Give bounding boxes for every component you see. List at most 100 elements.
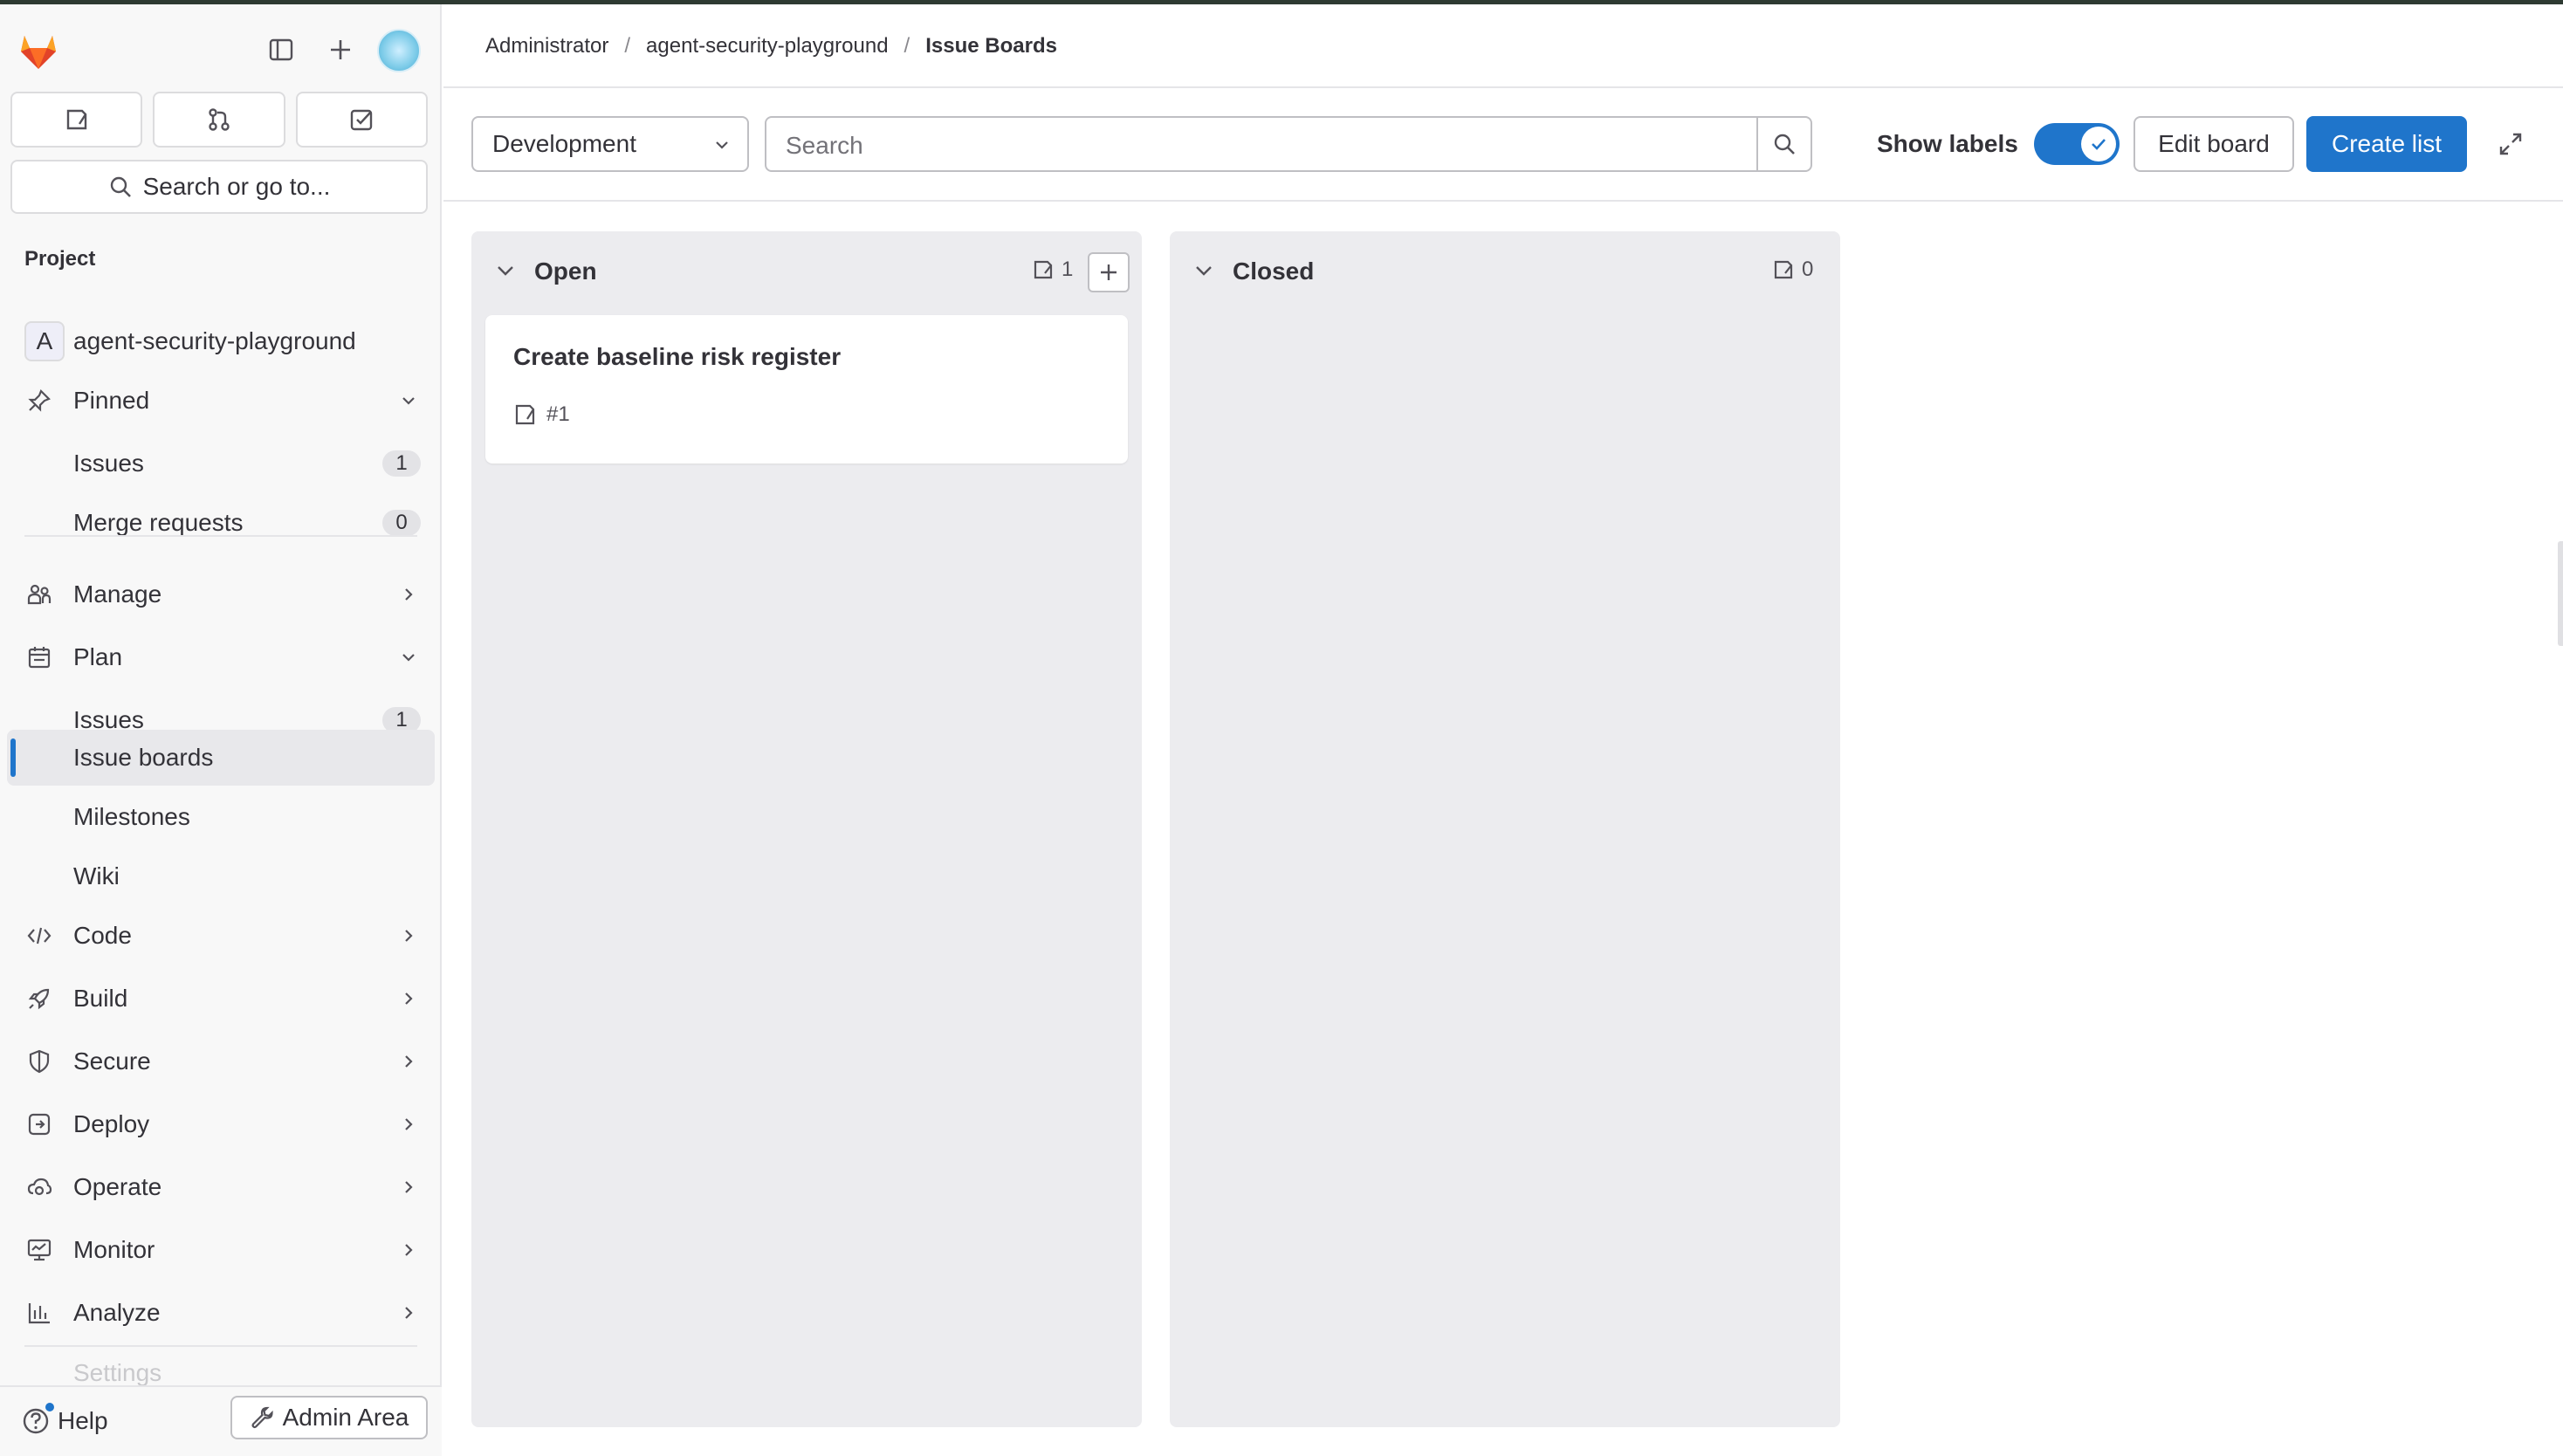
- search-or-go-to-button[interactable]: Search or go to...: [10, 160, 428, 214]
- chevron-right-icon: [398, 988, 419, 1009]
- sidebar-item-label: Merge requests: [73, 509, 244, 536]
- sidebar-item-label: Issue boards: [73, 744, 214, 771]
- sidebar-item-pinned-issues[interactable]: Issues 1: [7, 436, 435, 491]
- monitor-icon: [24, 1235, 54, 1265]
- issue-number: #1: [546, 402, 570, 426]
- notification-dot: [45, 1403, 54, 1411]
- wrench-icon: [251, 1406, 273, 1429]
- issue-card-reference: #1: [513, 402, 570, 427]
- issue-card-title[interactable]: Create baseline risk register: [513, 343, 841, 371]
- sidebar-item-code[interactable]: Code: [7, 908, 435, 964]
- merge-request-icon: [209, 108, 230, 131]
- page-scrollbar[interactable]: [2558, 541, 2563, 646]
- sidebar-top: [0, 4, 442, 88]
- sidebar-item-secure[interactable]: Secure: [7, 1034, 435, 1089]
- count-badge: 1: [382, 450, 421, 477]
- issues-icon: [66, 109, 86, 130]
- fullscreen-button[interactable]: [2493, 127, 2528, 161]
- sidebar-item-issue-boards[interactable]: Issue boards: [7, 730, 435, 786]
- sidebar-divider: [24, 1345, 417, 1347]
- sidebar-item-pinned[interactable]: Pinned: [7, 373, 435, 429]
- board-selector-dropdown[interactable]: Development: [471, 116, 749, 172]
- sidebar-item-label: Issues: [73, 450, 144, 477]
- top-header: Administrator / agent-security-playgroun…: [443, 4, 2563, 88]
- sidebar-item-build[interactable]: Build: [7, 971, 435, 1027]
- cloud-gear-icon: [24, 1172, 54, 1202]
- sidebar-item-milestones[interactable]: Milestones: [7, 789, 435, 845]
- breadcrumb: Administrator / agent-security-playgroun…: [485, 34, 1057, 58]
- list-count-value: 1: [1062, 258, 1074, 281]
- user-avatar[interactable]: [377, 29, 421, 72]
- board-list-open: Open 1 Create baseline risk register #1: [471, 231, 1142, 1427]
- help-button[interactable]: Help: [21, 1403, 108, 1436]
- create-list-button[interactable]: Create list: [2306, 116, 2467, 172]
- search-icon: [1774, 134, 1795, 155]
- sidebar-item-pinned-merge-requests[interactable]: Merge requests 0: [7, 495, 435, 551]
- sidebar-item-operate[interactable]: Operate: [7, 1159, 435, 1215]
- toggle-knob: [2081, 127, 2116, 161]
- chevron-down-icon[interactable]: [492, 258, 519, 284]
- list-issue-count: 1: [1032, 258, 1073, 282]
- quick-actions: [10, 92, 428, 148]
- issues-icon: [515, 404, 535, 425]
- sidebar-item-analyze[interactable]: Analyze: [7, 1285, 435, 1341]
- sidebar-toggle-icon[interactable]: [262, 31, 300, 69]
- board-selector-value: Development: [492, 130, 636, 157]
- sidebar-item-settings-faded[interactable]: Settings: [73, 1359, 161, 1387]
- merge-requests-button[interactable]: [153, 92, 285, 148]
- sidebar-item-deploy[interactable]: Deploy: [7, 1096, 435, 1152]
- sidebar-item-monitor[interactable]: Monitor: [7, 1222, 435, 1278]
- list-issue-count: 0: [1772, 258, 1813, 282]
- users-icon: [24, 580, 54, 609]
- issue-card[interactable]: Create baseline risk register #1: [485, 315, 1128, 464]
- sidebar-item-label: Manage: [73, 580, 162, 608]
- assigned-issues-button[interactable]: [10, 92, 143, 148]
- chevron-right-icon: [398, 584, 419, 605]
- shield-icon: [24, 1047, 54, 1076]
- new-issue-button[interactable]: [1088, 252, 1130, 292]
- edit-board-button[interactable]: Edit board: [2134, 116, 2294, 172]
- search-submit-button[interactable]: [1756, 118, 1811, 170]
- sidebar-item-label: Analyze: [73, 1299, 161, 1326]
- todo-list-button[interactable]: [295, 92, 428, 148]
- list-title: Open: [534, 258, 597, 285]
- search-icon: [110, 176, 131, 197]
- breadcrumb-current[interactable]: Issue Boards: [925, 34, 1057, 58]
- chart-icon: [24, 1298, 54, 1328]
- board-list-closed: Closed 0: [1170, 231, 1840, 1427]
- admin-area-label: Admin Area: [282, 1404, 409, 1431]
- sidebar-item-label: Deploy: [73, 1110, 150, 1137]
- chevron-down-icon[interactable]: [1191, 258, 1217, 284]
- sidebar-section-title: Project: [24, 247, 96, 271]
- todo-icon: [351, 109, 373, 131]
- sidebar-project-link[interactable]: A agent-security-playground: [7, 313, 435, 369]
- breadcrumb-item-project[interactable]: agent-security-playground: [646, 34, 889, 58]
- admin-area-button[interactable]: Admin Area: [230, 1396, 428, 1439]
- sidebar-divider: [24, 535, 417, 537]
- issues-icon: [1034, 260, 1053, 279]
- sidebar-item-label: Build: [73, 985, 128, 1012]
- plus-icon[interactable]: [321, 31, 360, 69]
- sidebar-item-label: Pinned: [73, 387, 150, 414]
- list-count-value: 0: [1802, 258, 1814, 281]
- sidebar-item-label: Code: [73, 922, 132, 949]
- list-title: Closed: [1233, 258, 1315, 285]
- gitlab-logo-icon[interactable]: [14, 25, 63, 74]
- sidebar-item-label: Wiki: [73, 862, 120, 889]
- chevron-right-icon: [398, 1114, 419, 1135]
- sidebar-item-plan[interactable]: Plan: [7, 629, 435, 685]
- show-labels-toggle[interactable]: [2034, 123, 2120, 165]
- breadcrumb-item-administrator[interactable]: Administrator: [485, 34, 608, 58]
- chevron-right-icon: [398, 1302, 419, 1323]
- sidebar-item-manage[interactable]: Manage: [7, 567, 435, 622]
- sidebar-item-wiki[interactable]: Wiki: [7, 848, 435, 904]
- calendar-icon: [24, 642, 54, 672]
- left-sidebar: Search or go to... Project A agent-secur…: [0, 4, 442, 1456]
- chevron-down-icon: [398, 647, 419, 668]
- chevron-down-icon: [398, 390, 419, 411]
- rocket-icon: [24, 984, 54, 1013]
- search-placeholder: Search: [786, 132, 863, 159]
- check-icon: [2092, 139, 2106, 150]
- board-search-input[interactable]: Search: [765, 116, 1812, 172]
- breadcrumb-separator: /: [624, 34, 631, 58]
